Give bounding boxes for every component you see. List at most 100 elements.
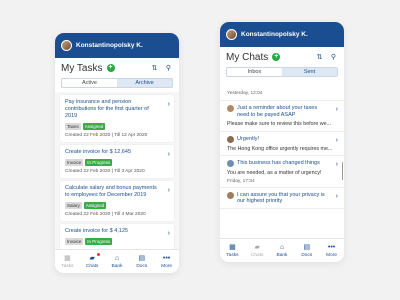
chats-screen: Konstantinopolsky K. My Chats + ⇅ ⚲ Inbo…	[220, 22, 344, 262]
status-badge: Invoice	[65, 238, 84, 245]
chat-subject[interactable]: I can assure you that your privacy is ou…	[237, 192, 337, 205]
search-icon[interactable]: ⚲	[329, 53, 338, 62]
task-title[interactable]: Calculate salary and bonus payments to e…	[65, 185, 169, 199]
chat-header: This business has changed things	[227, 160, 337, 167]
tab-label: Bank	[276, 252, 288, 258]
tab-label: Bank	[111, 263, 123, 269]
chevron-right-icon[interactable]: ›	[336, 161, 338, 168]
tab-sent[interactable]: Sent	[282, 68, 337, 76]
chat-item[interactable]: This business has changed things › You are…	[220, 156, 344, 188]
task-card[interactable]: Calculate salary and bonus payments to e…	[60, 181, 174, 221]
chat-header: I can assure you that your privacy is ou…	[227, 191, 337, 205]
docs-icon: ▤	[303, 243, 311, 251]
chevron-right-icon[interactable]: ›	[168, 230, 170, 237]
chat-item[interactable]: Just a reminder about your taxes need to…	[220, 101, 344, 132]
message-time: Yesterday, 12:04	[220, 89, 344, 101]
tab-bar: ▦ Tasks ▰ Chats ⌂ Bank ▤ Docs ••• More	[55, 249, 179, 273]
tab-more[interactable]: ••• More	[154, 250, 179, 273]
task-tags: Salary Assigned	[65, 202, 169, 209]
user-name: Konstantinopolsky K.	[241, 31, 308, 38]
tab-docs[interactable]: ▤ Docs	[294, 239, 319, 262]
tab-archive[interactable]: Archive	[117, 79, 172, 87]
tab-active[interactable]: Active	[62, 79, 117, 87]
tab-chats[interactable]: ▰ Chats	[245, 239, 270, 262]
chat-subject[interactable]: Just a reminder about your taxes need to…	[237, 105, 337, 118]
chat-preview: The Hong Kong office urgently requires m…	[227, 145, 333, 152]
chat-header: Just a reminder about your taxes need to…	[227, 105, 337, 118]
segment-control: Inbox Sent	[226, 67, 338, 77]
status-badge: Assigned	[82, 123, 106, 130]
tab-bank[interactable]: ⌂ Bank	[105, 250, 130, 273]
tab-label: Tasks	[226, 252, 239, 258]
chevron-right-icon[interactable]: ›	[336, 106, 338, 113]
user-name: Konstantinopolsky K.	[76, 42, 143, 49]
more-icon: •••	[162, 254, 171, 262]
tab-label: Docs	[301, 252, 313, 258]
status-badge: Taxes	[65, 123, 81, 130]
add-icon[interactable]: +	[106, 64, 115, 72]
chevron-right-icon[interactable]: ›	[168, 101, 170, 108]
chat-preview: Please make sure to review this before w…	[227, 121, 331, 127]
chats-icon: ▰	[89, 254, 95, 262]
filter-icon[interactable]: ⇅	[150, 64, 159, 73]
tab-bar: ▦ Tasks ▰ Chats ⌂ Bank ▤ Docs ••• More	[220, 238, 344, 262]
chevron-right-icon[interactable]: ›	[168, 187, 170, 194]
bank-icon: ⌂	[114, 254, 120, 262]
docs-icon: ▤	[138, 254, 146, 262]
tab-more[interactable]: ••• More	[319, 239, 344, 262]
task-meta: Created 22 Feb 2020 | Till 4 Mar 2020	[65, 212, 146, 217]
tab-docs[interactable]: ▤ Docs	[129, 250, 154, 273]
more-icon: •••	[327, 243, 336, 251]
avatar[interactable]	[226, 29, 237, 40]
task-title[interactable]: Create invoice for $ 12,645	[65, 149, 169, 156]
task-meta: Created 22 Feb 2020 | Till 3 Apr 2020	[65, 169, 145, 174]
tab-chats[interactable]: ▰ Chats	[80, 250, 105, 273]
status-badge: In Progress	[85, 159, 113, 166]
search-icon[interactable]: ⚲	[164, 64, 173, 73]
status-badge: In Progress	[85, 238, 113, 245]
bank-icon: ⌂	[279, 243, 285, 251]
tasks-icon: ▦	[64, 254, 71, 262]
chat-subject[interactable]: This business has changed things	[237, 160, 328, 167]
tab-inbox[interactable]: Inbox	[227, 68, 282, 76]
page-title: My Tasks	[61, 62, 103, 74]
avatar	[227, 191, 234, 199]
avatar	[227, 160, 234, 167]
tab-label: More	[326, 252, 338, 258]
status-badge: Assigned	[83, 202, 107, 209]
task-card[interactable]: Create invoice for $ 4,125 › Invoice In Pro…	[60, 224, 174, 249]
task-title[interactable]: Pay insurance and pension contributions …	[65, 99, 169, 120]
chevron-right-icon[interactable]: ›	[336, 137, 338, 144]
page-header: My Tasks + ⇅ ⚲	[55, 58, 179, 78]
tasks-icon: ▦	[229, 243, 236, 251]
avatar[interactable]	[61, 40, 72, 51]
page-header: My Chats + ⇅ ⚲	[220, 47, 344, 67]
task-card[interactable]: Pay insurance and pension contributions …	[60, 95, 174, 142]
message-time: Friday, 17:34	[227, 178, 255, 184]
task-tags: Invoice In Progress	[65, 159, 169, 166]
tasks-screen: Konstantinopolsky K. My Tasks + ⇅ ⚲ Acti…	[55, 33, 179, 273]
tab-label: Chats	[85, 263, 99, 269]
tab-tasks[interactable]: ▦ Tasks	[220, 239, 245, 262]
scrollbar[interactable]	[341, 162, 343, 180]
tab-label: Chats	[250, 252, 264, 258]
task-tags: Invoice In Progress	[65, 238, 169, 245]
chevron-right-icon[interactable]: ›	[168, 151, 170, 158]
task-tags: Taxes Assigned	[65, 123, 169, 130]
task-card[interactable]: Create invoice for $ 12,645 › Invoice In Pr…	[60, 145, 174, 178]
chat-subject[interactable]: Urgently!	[237, 136, 267, 143]
chat-item[interactable]: Urgently! › The Hong Kong office urgently …	[220, 132, 344, 156]
tab-bank[interactable]: ⌂ Bank	[270, 239, 295, 262]
task-list: Pay insurance and pension contributions …	[55, 92, 179, 249]
chats-icon: ▰	[254, 243, 260, 251]
chat-item[interactable]: I can assure you that your privacy is ou…	[220, 188, 344, 209]
add-icon[interactable]: +	[272, 53, 281, 61]
filter-icon[interactable]: ⇅	[315, 53, 324, 62]
avatar	[227, 135, 234, 143]
tab-tasks[interactable]: ▦ Tasks	[55, 250, 80, 273]
task-meta: Created 22 Feb 2020 | Till 12 Apr 2020	[65, 133, 148, 138]
tab-label: Docs	[136, 263, 148, 269]
chevron-right-icon[interactable]: ›	[336, 193, 338, 200]
top-bar: Konstantinopolsky K.	[55, 33, 179, 58]
task-title[interactable]: Create invoice for $ 4,125	[65, 228, 169, 235]
